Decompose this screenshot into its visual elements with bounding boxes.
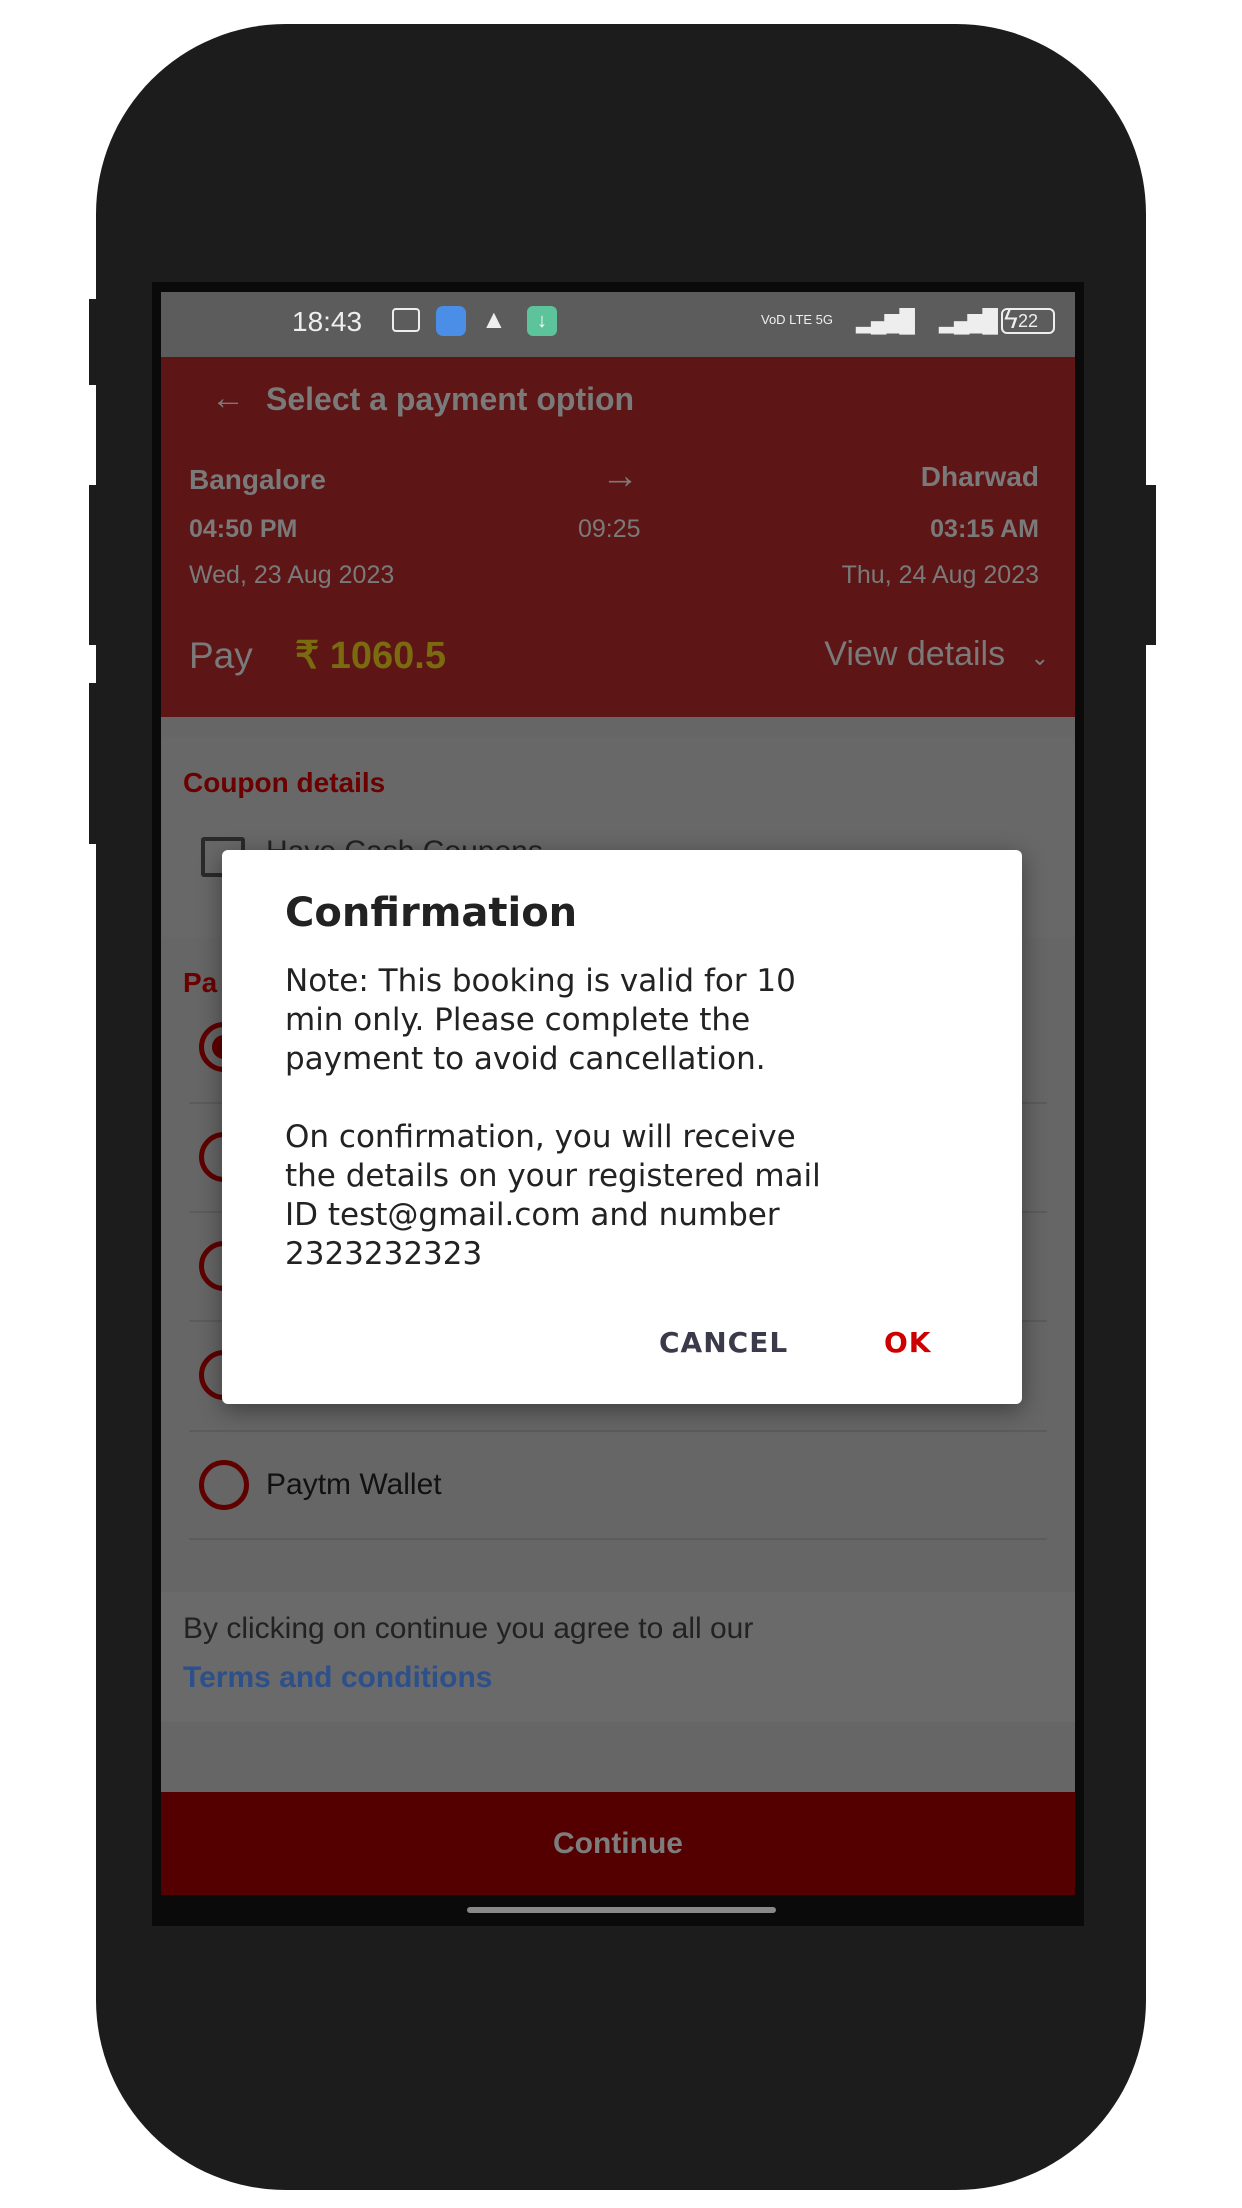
duration: 09:25 <box>578 515 641 543</box>
terms-text: By clicking on continue you agree to all… <box>183 1612 754 1645</box>
back-arrow-icon[interactable]: ← <box>211 379 245 418</box>
coupon-title: Coupon details <box>183 767 386 798</box>
confirmation-dialog: Confirmation Note: This booking is valid… <box>222 850 1022 1404</box>
terms-link[interactable]: Terms and conditions <box>183 1661 492 1695</box>
download-icon: ↓ <box>527 306 557 336</box>
payment-title: Pa <box>183 967 218 998</box>
ok-button[interactable]: OK <box>884 1326 932 1359</box>
home-indicator[interactable] <box>467 1907 776 1913</box>
pay-amount: ₹ 1060.5 <box>295 635 446 677</box>
depart-time: 04:50 PM <box>189 515 298 543</box>
dialog-message: Note: This booking is valid for 10 min o… <box>285 963 821 1272</box>
trip-header: ← Select a payment option Bangalore → Dh… <box>161 357 1075 717</box>
warning-icon: ▲ <box>481 304 507 334</box>
network-label: VoD LTE 5G <box>761 312 834 327</box>
continue-button[interactable]: Continue <box>161 1792 1075 1895</box>
payment-option-paytm[interactable]: Paytm Wallet <box>199 1460 1039 1514</box>
divider <box>189 1538 1047 1540</box>
divider <box>189 1430 1047 1432</box>
arrive-time: 03:15 AM <box>930 515 1039 543</box>
cancel-button[interactable]: CANCEL <box>659 1326 788 1359</box>
arrive-date: Thu, 24 Aug 2023 <box>841 561 1039 589</box>
charging-icon: ϟ <box>1004 304 1018 334</box>
signal-icon: ▂▄▆█ <box>939 308 998 333</box>
depart-date: Wed, 23 Aug 2023 <box>189 561 395 589</box>
arrow-right-icon: → <box>601 455 639 497</box>
status-bar: 18:43 ▲ ↓ VoD LTE 5G ▂▄▆█ ▂▄▆█ 22 ϟ <box>161 292 1075 357</box>
status-time: 18:43 <box>292 306 363 337</box>
from-city: Bangalore <box>189 464 326 495</box>
view-details-button[interactable]: View details ⌄ <box>824 635 1049 674</box>
paytm-label: Paytm Wallet <box>266 1468 442 1501</box>
message-icon <box>392 308 420 332</box>
battery-level: 22 <box>1017 311 1039 331</box>
view-details-label: View details <box>824 635 1006 673</box>
app-icon <box>436 306 466 336</box>
terms-section: By clicking on continue you agree to all… <box>161 1592 1075 1722</box>
page-title: Select a payment option <box>266 381 635 417</box>
paytm-radio[interactable] <box>199 1460 249 1510</box>
signal-icon: ▂▄▆█ <box>856 308 915 333</box>
pay-label: Pay <box>189 635 253 676</box>
dialog-title: Confirmation <box>285 890 578 936</box>
to-city: Dharwad <box>920 461 1039 492</box>
power-button <box>1146 485 1156 645</box>
chevron-down-icon: ⌄ <box>1030 645 1049 670</box>
